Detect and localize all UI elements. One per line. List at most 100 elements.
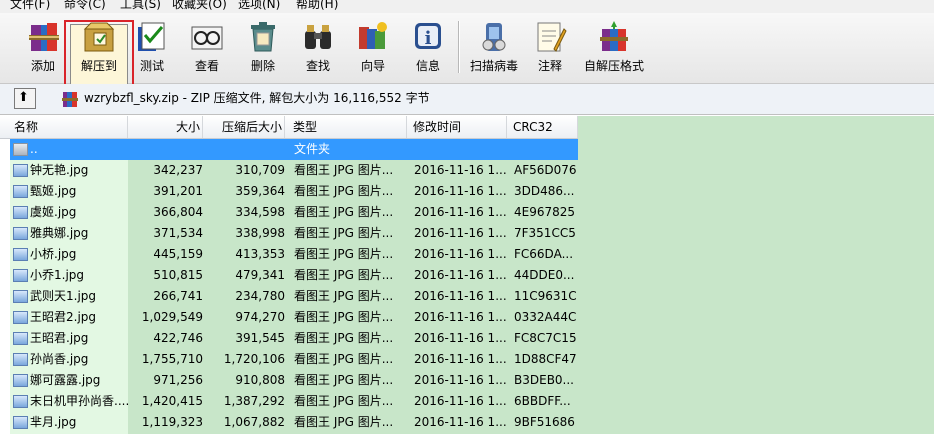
file-list[interactable]: 名称 大小 压缩后大小 类型 修改时间 CRC32 .. 文件夹 钟无艳.jpg… bbox=[0, 116, 934, 434]
row-type: 看图王 JPG 图片... bbox=[294, 310, 394, 324]
row-size: 342,237 bbox=[153, 163, 203, 177]
row-type: 文件夹 bbox=[294, 142, 331, 156]
row-size: 391,201 bbox=[153, 184, 203, 198]
test-button[interactable]: 测试 bbox=[128, 15, 176, 77]
row-size: 266,741 bbox=[153, 289, 203, 303]
extract-to-button[interactable]: 解压到 bbox=[72, 15, 126, 77]
row-type: 看图王 JPG 图片... bbox=[294, 394, 394, 408]
table-row[interactable]: 王昭君2.jpg 1,029,549 974,270 看图王 JPG 图片... 201… bbox=[10, 307, 578, 328]
row-packed-size: 1,067,882 bbox=[223, 415, 285, 429]
menu-help[interactable]: 帮助(H) bbox=[296, 0, 338, 12]
add-label: 添加 bbox=[30, 59, 55, 73]
row-type: 看图王 JPG 图片... bbox=[294, 205, 394, 219]
jpg-file-icon bbox=[13, 374, 28, 387]
row-packed-size: 479,341 bbox=[235, 268, 285, 282]
wizard-icon bbox=[359, 22, 387, 49]
sfx-button[interactable]: 自解压格式 bbox=[578, 15, 650, 77]
row-crc32: 6BBDFF... bbox=[514, 394, 571, 408]
comment-button[interactable]: 注释 bbox=[528, 15, 572, 77]
row-size: 971,256 bbox=[153, 373, 203, 387]
table-row[interactable]: 末日机甲孙尚香.... 1,420,415 1,387,292 看图王 JPG 图片.… bbox=[10, 391, 578, 412]
row-packed-size: 359,364 bbox=[235, 184, 285, 198]
row-modified: 2016-11-16 1... bbox=[414, 184, 507, 198]
row-size: 422,746 bbox=[153, 331, 203, 345]
row-packed-size: 338,998 bbox=[235, 226, 285, 240]
add-button[interactable]: 添加 bbox=[18, 15, 68, 77]
row-packed-size: 1,720,106 bbox=[223, 352, 285, 366]
row-size: 1,119,323 bbox=[141, 415, 203, 429]
table-row[interactable]: 娜可露露.jpg 971,256 910,808 看图王 JPG 图片... 2016-… bbox=[10, 370, 578, 391]
row-size: 1,029,549 bbox=[141, 310, 203, 324]
row-packed-size: 310,709 bbox=[235, 163, 285, 177]
row-packed-size: 334,598 bbox=[235, 205, 285, 219]
jpg-file-icon bbox=[13, 416, 28, 429]
row-name: 小乔1.jpg bbox=[30, 268, 85, 282]
row-modified: 2016-11-16 1... bbox=[414, 331, 507, 345]
row-name: 芈月.jpg bbox=[30, 415, 77, 429]
toolbar-separator bbox=[458, 21, 460, 73]
table-row[interactable]: 小桥.jpg 445,159 413,353 看图王 JPG 图片... 2016-11… bbox=[10, 244, 578, 265]
jpg-file-icon bbox=[13, 248, 28, 261]
table-row[interactable]: 孙尚香.jpg 1,755,710 1,720,106 看图王 JPG 图片... 20… bbox=[10, 349, 578, 370]
column-header-size[interactable]: 大小 bbox=[128, 116, 203, 138]
row-type: 看图王 JPG 图片... bbox=[294, 163, 394, 177]
view-button[interactable]: 查看 bbox=[182, 15, 232, 77]
table-row[interactable]: 钟无艳.jpg 342,237 310,709 看图王 JPG 图片... 2016-1… bbox=[10, 160, 578, 181]
column-header-modified[interactable]: 修改时间 bbox=[407, 116, 507, 138]
svg-text:i: i bbox=[425, 28, 432, 49]
up-one-level-button[interactable]: ⬆ bbox=[14, 88, 36, 109]
column-header-crc32[interactable]: CRC32 bbox=[507, 116, 578, 138]
row-name: 虞姬.jpg bbox=[30, 205, 77, 219]
jpg-file-icon bbox=[13, 311, 28, 324]
menu-file[interactable]: 文件(F) bbox=[10, 0, 50, 12]
column-header-packed[interactable]: 压缩后大小 bbox=[203, 116, 285, 138]
row-crc32: FC66DA... bbox=[514, 247, 574, 261]
virus-scan-button[interactable]: 扫描病毒 bbox=[462, 15, 526, 77]
table-row[interactable]: 王昭君.jpg 422,746 391,545 看图王 JPG 图片... 2016-1… bbox=[10, 328, 578, 349]
row-packed-size: 974,270 bbox=[235, 310, 285, 324]
jpg-file-icon bbox=[13, 164, 28, 177]
info-label: 信息 bbox=[415, 59, 440, 73]
archive-path: wzrybzfl_sky.zip - ZIP 压缩文件, 解包大小为 16,11… bbox=[84, 91, 430, 105]
virus-scan-icon bbox=[482, 23, 506, 51]
row-name: 孙尚香.jpg bbox=[30, 352, 89, 366]
menu-favorites[interactable]: 收藏夹(O) bbox=[172, 0, 227, 12]
row-name: 王昭君2.jpg bbox=[30, 310, 97, 324]
add-archive-icon bbox=[29, 23, 59, 51]
row-type: 看图王 JPG 图片... bbox=[294, 289, 394, 303]
table-row[interactable]: 芈月.jpg 1,119,323 1,067,882 看图王 JPG 图片... 201… bbox=[10, 412, 578, 433]
menu-tools[interactable]: 工具(S) bbox=[120, 0, 161, 12]
row-packed-size: 391,545 bbox=[235, 331, 285, 345]
row-size: 445,159 bbox=[153, 247, 203, 261]
view-icon bbox=[191, 26, 223, 50]
row-crc32: 1D88CF47 bbox=[514, 352, 577, 366]
table-row[interactable]: 甄姬.jpg 391,201 359,364 看图王 JPG 图片... 2016-11… bbox=[10, 181, 578, 202]
toolbar: 添加 解压到 测试 查看 删除 查找 向导 i 信息 扫描病毒 注释 自解压格式 bbox=[0, 13, 934, 92]
info-button[interactable]: i 信息 bbox=[404, 15, 452, 77]
find-button[interactable]: 查找 bbox=[292, 15, 344, 77]
jpg-file-icon bbox=[13, 332, 28, 345]
table-row[interactable]: 武则天1.jpg 266,741 234,780 看图王 JPG 图片... 2016-… bbox=[10, 286, 578, 307]
menu-options[interactable]: 选项(N) bbox=[238, 0, 280, 12]
virus-scan-label: 扫描病毒 bbox=[469, 59, 518, 73]
parent-folder-icon bbox=[13, 143, 28, 156]
up-arrow-icon: ⬆ bbox=[18, 90, 29, 105]
menu-commands[interactable]: 命令(C) bbox=[64, 0, 106, 12]
delete-button[interactable]: 删除 bbox=[238, 15, 288, 77]
delete-icon bbox=[251, 22, 275, 52]
jpg-file-icon bbox=[13, 353, 28, 366]
row-crc32: 3DD486... bbox=[514, 184, 575, 198]
column-header-type[interactable]: 类型 bbox=[285, 116, 407, 138]
extract-to-icon bbox=[83, 22, 115, 52]
row-type: 看图王 JPG 图片... bbox=[294, 352, 394, 366]
table-row[interactable]: 小乔1.jpg 510,815 479,341 看图王 JPG 图片... 2016-1… bbox=[10, 265, 578, 286]
wizard-button[interactable]: 向导 bbox=[346, 15, 400, 77]
row-type: 看图王 JPG 图片... bbox=[294, 184, 394, 198]
row-packed-size: 1,387,292 bbox=[223, 394, 285, 408]
row-size: 371,534 bbox=[153, 226, 203, 240]
column-header-name[interactable]: 名称 bbox=[0, 116, 128, 138]
table-row[interactable]: 虞姬.jpg 366,804 334,598 看图王 JPG 图片... 2016-11… bbox=[10, 202, 578, 223]
parent-folder-row[interactable]: .. 文件夹 bbox=[10, 139, 578, 160]
row-type: 看图王 JPG 图片... bbox=[294, 268, 394, 282]
table-row[interactable]: 雅典娜.jpg 371,534 338,998 看图王 JPG 图片... 2016-1… bbox=[10, 223, 578, 244]
